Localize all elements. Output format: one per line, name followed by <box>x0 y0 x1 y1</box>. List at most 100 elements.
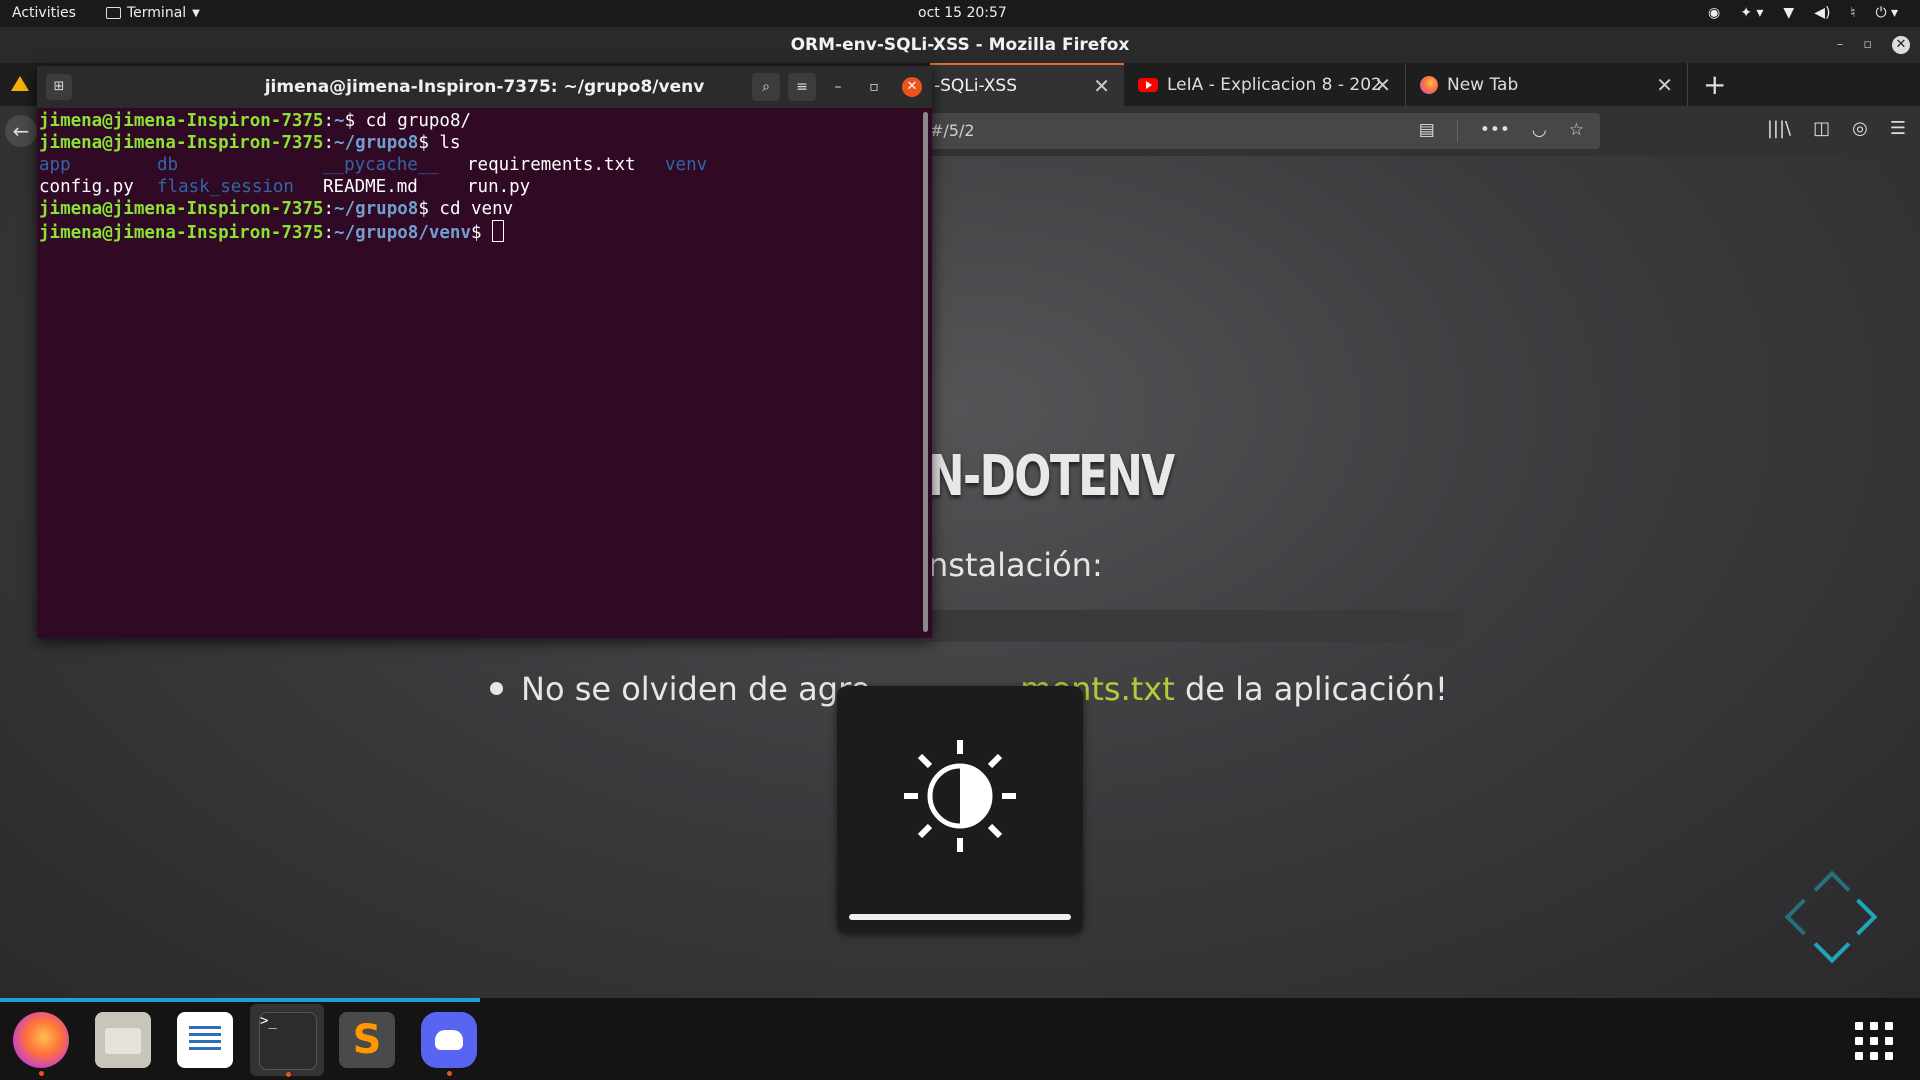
new-tab-button[interactable]: + <box>1695 63 1735 106</box>
tab-label: -SQLi-XSS <box>934 75 1018 96</box>
prompt-user: jimena@jimena-Inspiron-7375 <box>39 223 324 243</box>
accessibility-icon[interactable]: ✦ ▾ <box>1740 5 1763 21</box>
tab-new-tab[interactable]: New Tab ✕ <box>1406 63 1688 106</box>
brightness-level-bar <box>849 914 1071 920</box>
minimize-icon[interactable]: – <box>824 73 852 101</box>
google-drive-icon[interactable] <box>11 76 29 91</box>
brightness-osd <box>837 686 1083 933</box>
dock-firefox-icon[interactable] <box>13 1012 69 1076</box>
command-text: cd venv <box>439 199 514 219</box>
chevron-down-icon: ▼ <box>192 7 200 19</box>
running-indicator <box>39 1071 44 1076</box>
maximize-icon[interactable]: ▫ <box>1863 27 1872 63</box>
new-tab-icon[interactable]: ⊞ <box>46 74 72 100</box>
dock: >_ S <box>0 998 1920 1080</box>
terminal-line: jimena@jimena-Inspiron-7375:~/grupo8$ cd… <box>39 199 514 219</box>
nav-up-arrow-icon[interactable] <box>1813 870 1851 908</box>
tab-close-icon[interactable]: ✕ <box>1093 74 1110 98</box>
brightness-icon <box>904 740 1016 852</box>
app-menu-label: Terminal <box>127 5 187 21</box>
microphone-icon[interactable]: ♮ <box>1850 5 1855 21</box>
terminal-header: jimena@jimena-Inspiron-7375: ~/grupo8/ve… <box>37 66 932 108</box>
prompt-path: ~/grupo8 <box>334 133 419 153</box>
minimize-icon[interactable]: – <box>1837 27 1844 63</box>
hamburger-menu-icon[interactable]: ≡ <box>788 73 816 101</box>
running-indicator <box>447 1071 452 1076</box>
terminal-window[interactable]: jimena@jimena-Inspiron-7375: ~/grupo8/ve… <box>37 66 932 638</box>
dir-entry: db <box>157 155 179 175</box>
code-block <box>930 610 1462 642</box>
dock-progress-bar <box>0 998 480 1002</box>
file-entry: README.md <box>323 177 418 197</box>
maximize-icon[interactable]: ▫ <box>860 73 888 101</box>
volume-icon[interactable]: ◀) <box>1814 5 1830 21</box>
tab-label: LeIA - Explicacion 8 - 202 <box>1167 74 1382 95</box>
dir-entry: __pycache__ <box>323 155 439 175</box>
firefox-titlebar: ORM-env-SQLi-XSS - Mozilla Firefox – ▫ ✕ <box>0 27 1920 63</box>
terminal-line: jimena@jimena-Inspiron-7375:~/grupo8$ ls <box>39 133 461 153</box>
tab-orm-env[interactable]: -SQLi-XSS ✕ <box>930 63 1124 106</box>
prompt-user: jimena@jimena-Inspiron-7375 <box>39 199 324 219</box>
search-icon[interactable]: ⌕ <box>752 73 780 101</box>
terminal-scrollbar[interactable] <box>923 112 928 632</box>
url-text: #/5/2 <box>930 121 975 140</box>
command-text: cd grupo8/ <box>365 111 472 131</box>
prompt-path: ~/grupo8/venv <box>334 223 471 243</box>
dock-discord-icon[interactable] <box>421 1012 477 1076</box>
hamburger-menu-icon[interactable]: ☰ <box>1890 118 1906 139</box>
reader-view-icon[interactable]: ▤ <box>1419 120 1435 142</box>
power-icon[interactable]: ⏻ ▾ <box>1875 5 1898 21</box>
system-tray[interactable]: ◉ ✦ ▾ ▼ ◀) ♮ ⏻ ▾ <box>1708 5 1898 21</box>
running-indicator <box>286 1072 291 1077</box>
nav-left-arrow-icon[interactable] <box>1784 898 1822 936</box>
account-icon[interactable]: ◎ <box>1852 118 1868 139</box>
dock-terminal-icon[interactable]: >_ <box>259 1012 317 1077</box>
tab-leia[interactable]: LeIA - Explicacion 8 - 202 ✕ <box>1124 63 1406 106</box>
bullet-text-end: de la aplicación! <box>1174 670 1448 708</box>
sidebar-icon[interactable]: ◫ <box>1813 118 1830 139</box>
command-text: ls <box>439 133 461 153</box>
youtube-icon <box>1138 77 1158 92</box>
firefox-window-title: ORM-env-SQLi-XSS - Mozilla Firefox <box>790 35 1130 55</box>
dock-files-icon[interactable] <box>95 1012 151 1068</box>
page-actions-icon[interactable]: ••• <box>1480 120 1510 142</box>
terminal-actions: ⌕ ≡ – ▫ ✕ <box>752 73 922 101</box>
terminal-line: jimena@jimena-Inspiron-7375:~$ cd grupo8… <box>39 111 472 131</box>
dir-entry: app <box>39 155 71 175</box>
dock-writer-icon[interactable] <box>177 1012 233 1068</box>
app-menu[interactable]: Terminal ▼ <box>106 5 200 21</box>
pocket-icon[interactable]: ◡ <box>1532 120 1547 142</box>
gnome-top-bar: Activities Terminal ▼ oct 15 20:57 ◉ ✦ ▾… <box>0 0 1920 27</box>
bullet-dot <box>490 681 503 695</box>
divider <box>1456 120 1458 142</box>
close-icon[interactable]: ✕ <box>902 77 922 97</box>
slide-navigation <box>1780 866 1880 976</box>
nav-down-arrow-icon[interactable] <box>1813 926 1851 964</box>
slide-heading: N-DOTENV <box>928 444 1175 509</box>
prompt-user: jimena@jimena-Inspiron-7375 <box>39 133 324 153</box>
back-arrow-icon[interactable]: ← <box>5 115 37 147</box>
dir-entry: flask_session <box>157 177 294 197</box>
discord-tray-icon[interactable]: ◉ <box>1708 5 1720 21</box>
prompt-user: jimena@jimena-Inspiron-7375 <box>39 111 324 131</box>
tab-close-icon[interactable]: ✕ <box>1374 73 1391 97</box>
prompt-path: ~/grupo8 <box>334 199 419 219</box>
library-icon[interactable]: |||\ <box>1767 118 1791 139</box>
url-bar-actions: ▤ ••• ◡ ☆ <box>1419 120 1584 142</box>
firefox-window-controls: – ▫ ✕ <box>1837 27 1910 63</box>
terminal-line: jimena@jimena-Inspiron-7375:~/grupo8/ven… <box>39 220 919 244</box>
nav-right-arrow-icon[interactable] <box>1840 898 1878 936</box>
terminal-output[interactable]: jimena@jimena-Inspiron-7375:~$ cd grupo8… <box>39 110 919 630</box>
close-icon[interactable]: ✕ <box>1892 36 1910 54</box>
show-applications-icon[interactable] <box>1855 1022 1893 1060</box>
dock-sublime-icon[interactable]: S <box>339 1012 395 1068</box>
text-cursor <box>492 220 505 242</box>
terminal-icon <box>106 7 121 19</box>
activities-button[interactable]: Activities <box>12 5 76 21</box>
bookmark-star-icon[interactable]: ☆ <box>1569 120 1584 142</box>
clock[interactable]: oct 15 20:57 <box>918 5 1007 21</box>
wifi-icon[interactable]: ▼ <box>1783 5 1794 21</box>
ls-output-row: config.py flask_session README.md run.py <box>39 176 919 198</box>
tab-close-icon[interactable]: ✕ <box>1656 73 1673 97</box>
ls-output-row: app db __pycache__ requirements.txt venv <box>39 154 919 176</box>
